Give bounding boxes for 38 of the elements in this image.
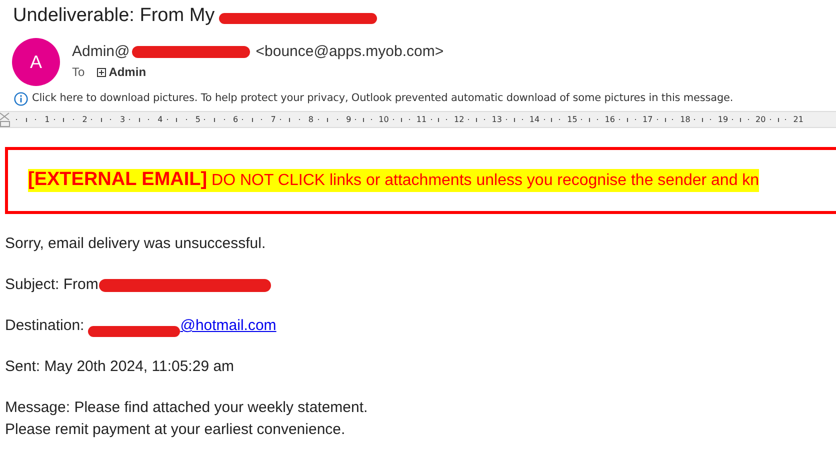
ruler-number: 19 xyxy=(718,116,728,124)
ruler-number: 12 xyxy=(454,116,464,124)
sender-address: <bounce@apps.myob.com> xyxy=(256,42,444,62)
info-icon xyxy=(14,92,28,106)
email-subject: Undeliverable: From My xyxy=(13,4,215,28)
body-text: Message: Please find attached your weekly statement. xyxy=(5,398,369,418)
ruler-number: 2 xyxy=(82,116,88,124)
ruler-number: 3 xyxy=(120,116,126,124)
ruler-number: 11 xyxy=(416,116,427,124)
body-text: Destination: xyxy=(5,316,84,336)
ruler-number: 17 xyxy=(642,116,653,124)
body-text: Subject: From xyxy=(5,275,98,295)
recipient[interactable]: Admin xyxy=(108,63,146,81)
body-text: Sent: May 20th 2024, 11:05:29 am xyxy=(5,358,234,375)
download-pictures-notice[interactable]: Click here to download pictures. To help protect your privacy, Outlook prevented automatic download of some pictures in this message. xyxy=(32,91,734,107)
ruler-number: 9 xyxy=(346,116,352,124)
ruler-number: 15 xyxy=(567,116,578,124)
ruler-number: 1 xyxy=(44,116,50,124)
avatar: A xyxy=(12,38,60,86)
ruler-number: 8 xyxy=(308,116,314,124)
to-label: To xyxy=(72,64,85,81)
email-link[interactable]: @hotmail.com xyxy=(180,315,276,338)
expand-icon[interactable] xyxy=(96,68,106,76)
warning-text: [EXTERNAL EMAIL] DO NOT CLICK links or attachments unless you recognise the sender and kn xyxy=(28,169,760,192)
ruler-number: 13 xyxy=(492,116,502,124)
ruler-number: 18 xyxy=(680,116,690,124)
body-text: Please remit payment at your earliest convenience. xyxy=(5,420,346,440)
ruler-number: 6 xyxy=(233,116,238,124)
ruler-number: 10 xyxy=(378,116,389,124)
ruler-number: 5 xyxy=(195,116,200,124)
ruler-number: 16 xyxy=(604,116,615,124)
ruler-number: 21 xyxy=(793,116,804,124)
sender-name: Admin@ xyxy=(72,42,130,62)
ruler-number: 7 xyxy=(270,116,276,124)
ruler-number: 14 xyxy=(529,116,540,124)
ruler-number: 20 xyxy=(756,116,766,124)
body-text: Sorry, email delivery was unsuccessful. xyxy=(5,235,266,252)
ruler-number: 4 xyxy=(158,116,163,124)
